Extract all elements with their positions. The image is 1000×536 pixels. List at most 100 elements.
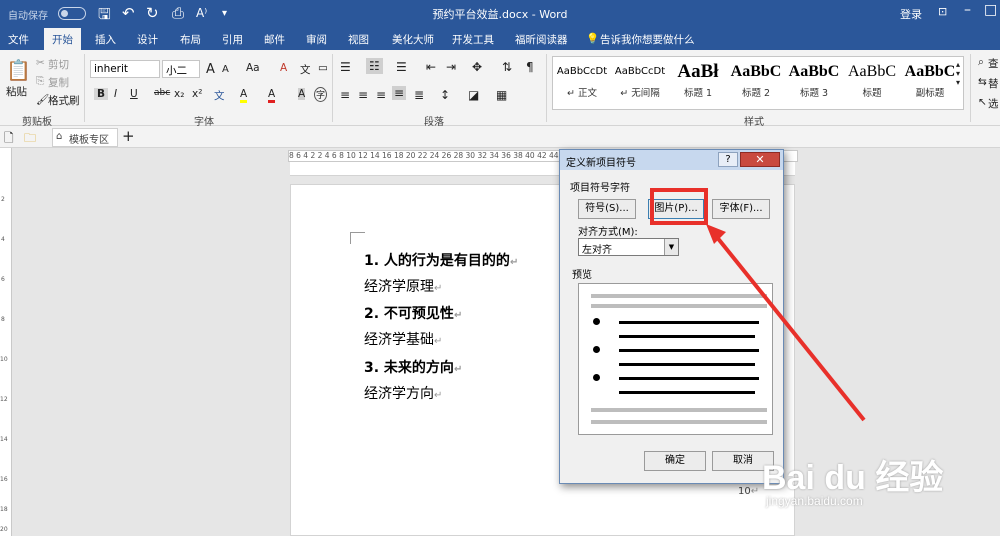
superscript-button[interactable]: x²: [192, 88, 202, 100]
increase-indent-icon[interactable]: ⇥: [446, 60, 456, 74]
tab-home[interactable]: 开始: [44, 28, 81, 51]
line-spacing-icon[interactable]: ↕: [440, 88, 450, 102]
body-text-3[interactable]: 经济学方向↵: [364, 383, 442, 403]
ribbon-display-options-icon[interactable]: ⊡: [938, 5, 947, 18]
char-shading-icon[interactable]: A: [298, 88, 306, 100]
list-heading-3[interactable]: 3. 未来的方向↵: [364, 357, 462, 377]
style-heading-2[interactable]: AaBbC 标题 2: [727, 57, 785, 109]
body-text-1[interactable]: 经济学原理↵: [364, 276, 442, 296]
document-tab-bar: 🗋 🗀 ⌂ 模板专区 +: [0, 126, 1000, 148]
format-painter-button[interactable]: 格式刷: [48, 93, 80, 108]
tab-file[interactable]: 文件: [8, 32, 29, 47]
vruler-tick: 10: [0, 356, 8, 363]
chinese-layout-icon[interactable]: ✥: [472, 60, 482, 74]
new-document-icon[interactable]: 🗋: [4, 129, 14, 150]
paste-button[interactable]: 粘贴: [6, 84, 27, 99]
tab-beautify[interactable]: 美化大师: [392, 32, 434, 47]
list-heading-1[interactable]: 1. 人的行为是有目的的↵: [364, 250, 518, 270]
login-link[interactable]: 登录: [900, 6, 922, 22]
subscript-button[interactable]: x₂: [174, 88, 184, 100]
shading-icon[interactable]: ◪: [468, 88, 479, 102]
vruler-tick: 16: [0, 476, 8, 483]
italic-button[interactable]: I: [114, 88, 117, 100]
align-left-icon[interactable]: ≡: [340, 88, 350, 102]
align-center-icon[interactable]: ≡: [358, 88, 368, 102]
restore-icon[interactable]: □: [984, 2, 997, 18]
align-right-icon[interactable]: ≡: [376, 88, 386, 102]
copy-icon[interactable]: ⎘: [36, 75, 44, 88]
decrease-indent-icon[interactable]: ⇤: [426, 60, 436, 74]
close-icon[interactable]: ✕: [740, 152, 780, 167]
ruler-ticks: 8 6 4 2 2 4 6 8 10 12 14 16 18 20 22 24 …: [289, 151, 583, 160]
font-button[interactable]: 字体(F)...: [712, 199, 770, 219]
symbol-button[interactable]: 符号(S)...: [578, 199, 636, 219]
styles-scroll-icon[interactable]: ▴ ▾ ▾: [956, 60, 960, 87]
underline-button[interactable]: U: [130, 88, 138, 100]
find-icon[interactable]: ⌕: [978, 56, 984, 69]
body-text-2[interactable]: 经济学基础↵: [364, 329, 442, 349]
strikethrough-button[interactable]: abc: [154, 88, 170, 98]
bullets-icon[interactable]: ☰: [340, 60, 351, 74]
style-heading-1[interactable]: AaBł 标题 1: [669, 57, 727, 109]
shrink-font-icon[interactable]: A: [222, 64, 229, 75]
char-border-icon[interactable]: ▭: [318, 62, 328, 74]
tab-design[interactable]: 设计: [137, 32, 158, 47]
select-button[interactable]: 选: [988, 96, 999, 111]
tab-developer[interactable]: 开发工具: [452, 32, 494, 47]
highlight-color-icon[interactable]: A: [240, 88, 248, 103]
select-icon[interactable]: ↖: [978, 96, 987, 108]
paste-icon[interactable]: 📋: [6, 58, 31, 82]
phonetic-icon[interactable]: 文: [300, 62, 311, 77]
copy-button[interactable]: 复制: [48, 75, 69, 90]
style-title[interactable]: AaBbC 标题: [843, 57, 901, 109]
bold-button[interactable]: B: [94, 88, 109, 100]
grow-font-icon[interactable]: A: [206, 62, 215, 77]
vertical-ruler[interactable]: 2 4 6 8 10 12 14 16 18 20: [0, 148, 12, 536]
template-zone-tab[interactable]: ⌂ 模板专区: [52, 128, 118, 147]
group-separator: [332, 54, 333, 122]
justify-icon[interactable]: ≡: [392, 86, 407, 100]
font-size-select[interactable]: 小二: [162, 60, 200, 78]
minimize-icon[interactable]: –: [964, 2, 971, 18]
find-button[interactable]: 查: [988, 56, 999, 71]
style-no-spacing[interactable]: AaBbCcDt ↵ 无间隔: [611, 57, 669, 109]
style-normal[interactable]: AaBbCcDt ↵ 正文: [553, 57, 611, 109]
ok-button[interactable]: 确定: [644, 451, 706, 471]
tab-foxit[interactable]: 福昕阅读器: [515, 32, 568, 47]
font-color-icon[interactable]: A: [268, 88, 276, 103]
help-button[interactable]: ?: [718, 152, 738, 167]
clear-format-icon[interactable]: A: [280, 62, 287, 74]
style-subtitle[interactable]: AaBbC 副标题: [901, 57, 959, 109]
add-tab-button[interactable]: +: [122, 127, 135, 145]
tab-references[interactable]: 引用: [222, 32, 243, 47]
sort-icon[interactable]: ⇅: [502, 60, 512, 74]
tell-me-search[interactable]: 告诉我你想要做什么: [600, 32, 695, 47]
style-heading-3[interactable]: AaBbC 标题 3: [785, 57, 843, 109]
alignment-value: 左对齐: [582, 245, 612, 256]
change-case-icon[interactable]: Aa: [246, 62, 260, 74]
numbering-icon[interactable]: ☷: [366, 58, 383, 74]
cut-icon[interactable]: ✂: [36, 57, 45, 69]
font-family-select[interactable]: inherit: [90, 60, 160, 78]
replace-icon[interactable]: ⇆: [978, 76, 987, 88]
tab-layout[interactable]: 布局: [180, 32, 201, 47]
preview-label: 预览: [572, 270, 592, 281]
distribute-icon[interactable]: ≣: [414, 88, 424, 102]
preview-black-line: [619, 349, 759, 352]
replace-button[interactable]: 替: [988, 76, 999, 91]
tab-view[interactable]: 视图: [348, 32, 369, 47]
open-folder-icon[interactable]: 🗀: [24, 129, 36, 150]
cut-button[interactable]: 剪切: [48, 57, 69, 72]
tab-insert[interactable]: 插入: [95, 32, 116, 47]
enclose-char-icon[interactable]: 字: [314, 87, 328, 102]
borders-icon[interactable]: ▦: [496, 88, 507, 102]
tab-mailings[interactable]: 邮件: [264, 32, 285, 47]
show-marks-icon[interactable]: ¶: [526, 60, 534, 74]
text-effects-icon[interactable]: 文: [214, 88, 225, 103]
tab-review[interactable]: 审阅: [306, 32, 327, 47]
margin-corner-mark: [350, 232, 365, 244]
list-heading-2[interactable]: 2. 不可预见性↵: [364, 303, 462, 323]
multilevel-list-icon[interactable]: ☰: [396, 60, 407, 74]
vruler-tick: 20: [0, 526, 8, 533]
alignment-select[interactable]: 左对齐 ▼: [578, 238, 679, 256]
